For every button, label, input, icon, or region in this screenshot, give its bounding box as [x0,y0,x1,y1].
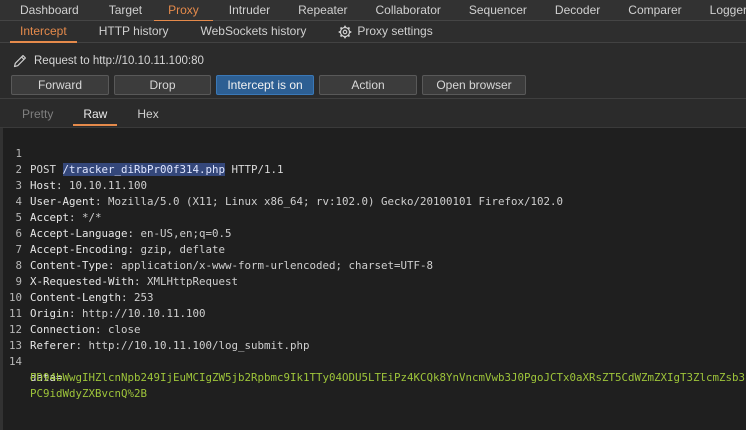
editor-line: 12 Referer: http://10.10.11.100/log_subm… [0,306,310,352]
drop-button[interactable]: Drop [114,75,211,95]
tab-logger[interactable]: Logger [694,0,746,21]
tab-sequencer[interactable]: Sequencer [453,0,539,21]
forward-button[interactable]: Forward [11,75,109,95]
editor-line: 2 Host: 10.10.11.100 [0,146,147,192]
tab-proxy-settings[interactable]: Proxy settings [328,21,442,43]
editor-line: 10 Origin: http://10.10.11.100 [0,274,206,320]
tab-dashboard[interactable]: Dashboard [0,0,91,21]
body-param-value-continued: PC9idWdyZXBvcnQ%2B [30,387,148,400]
header-value: : */* [69,211,102,224]
tab-target[interactable]: Target [91,0,154,21]
tab-proxy[interactable]: Proxy [154,0,213,22]
tab-intercept-label: Intercept [20,24,67,38]
header-value: : 10.10.11.100 [56,179,148,192]
header-name: Accept-Encoding [30,243,128,256]
tab-raw[interactable]: Raw [73,106,118,126]
editor-line-wrapped: PC9idWdyZXBvcnQ%2B [0,370,147,400]
header-value: : en-US,en;q=0.5 [127,227,232,240]
proxy-sub-nav: Intercept HTTP history WebSockets histor… [0,21,746,43]
message-view-tabs: Pretty Raw Hex [12,106,169,126]
tab-http-history-label: HTTP history [98,24,169,38]
editor-line: 9 Content-Length: 253 [0,258,153,304]
tab-repeater[interactable]: Repeater [282,0,359,21]
header-name: Content-Type [30,259,109,272]
request-path: /tracker_diRbPr00f314.php [62,163,226,176]
editor-line: 7 Content-Type: application/x-www-form-u… [0,226,433,272]
pencil-icon [13,55,26,68]
tab-collaborator[interactable]: Collaborator [360,0,453,21]
action-button[interactable]: Action [319,75,417,95]
gear-icon [339,25,352,38]
request-destination: Request to http://10.10.11.100:80 [12,52,204,70]
header-name: Accept [30,211,70,224]
header-value: : 253 [121,291,154,304]
header-value: : gzip, deflate [127,243,226,256]
header-name: Origin [30,307,70,320]
tab-http-history[interactable]: HTTP history [89,21,179,43]
request-protocol: HTTP/1.1 [225,163,284,176]
tab-proxy-settings-label: Proxy settings [357,24,433,38]
body-param-value: PD94bWwgIHZlcnNpb249IjEuMCIgZW5jb2Rpbmc9… [30,371,746,384]
header-name: Connection [30,323,96,336]
request-editor[interactable]: 1 POST /tracker_diRbPr00f314.php HTTP/1.… [0,127,746,430]
header-name: User-Agent [30,195,96,208]
intercept-toggle-button[interactable]: Intercept is on [216,75,314,95]
tab-decoder[interactable]: Decoder [539,0,612,21]
tab-hex[interactable]: Hex [127,106,168,124]
tab-intercept[interactable]: Intercept [10,21,77,43]
editor-line: 3 User-Agent: Mozilla/5.0 (X11; Linux x8… [0,162,563,208]
tab-websockets-history[interactable]: WebSockets history [191,21,317,43]
request-method: POST [30,163,63,176]
open-browser-button[interactable]: Open browser [422,75,526,95]
toolbar-divider [0,98,746,99]
header-name: Content-Length [30,291,122,304]
header-value: : http://10.10.11.100 [69,307,206,320]
header-name: X-Requested-With [30,275,135,288]
tab-pretty[interactable]: Pretty [12,106,63,124]
header-value: : http://10.10.11.100/log_submit.php [75,339,310,352]
editor-line: 13 [0,322,26,352]
editor-line-wrapped: PD94bWwgIHZlcnNpb249IjEuMCIgZW5jb2Rpbmc9… [0,354,746,384]
header-value: : XMLHttpRequest [134,275,239,288]
top-nav: Dashboard Target Proxy Intruder Repeater… [0,0,746,22]
editor-line: 4 Accept: */* [0,178,101,224]
header-name: Referer [30,339,76,352]
intercept-toolbar: Forward Drop Intercept is on Action Open… [11,75,531,95]
editor-line: 6 Accept-Encoding: gzip, deflate [0,210,225,256]
tab-intruder[interactable]: Intruder [213,0,282,21]
editor-line: 1 POST /tracker_diRbPr00f314.php HTTP/1.… [0,130,284,176]
editor-line: 11 Connection: close [0,290,141,336]
editor-line: 14 data= [0,338,63,384]
tab-comparer[interactable]: Comparer [612,0,693,21]
header-name: Accept-Language [30,227,128,240]
request-destination-text: Request to http://10.10.11.100:80 [34,55,204,67]
header-value: : Mozilla/5.0 (X11; Linux x86_64; rv:102… [95,195,564,208]
tab-websockets-history-label: WebSockets history [200,24,307,38]
header-value: : close [95,323,141,336]
header-name: Host [30,179,57,192]
editor-line: 8 X-Requested-With: XMLHttpRequest [0,242,238,288]
header-value: : application/x-www-form-urlencoded; cha… [108,259,434,272]
editor-line: 5 Accept-Language: en-US,en;q=0.5 [0,194,231,240]
